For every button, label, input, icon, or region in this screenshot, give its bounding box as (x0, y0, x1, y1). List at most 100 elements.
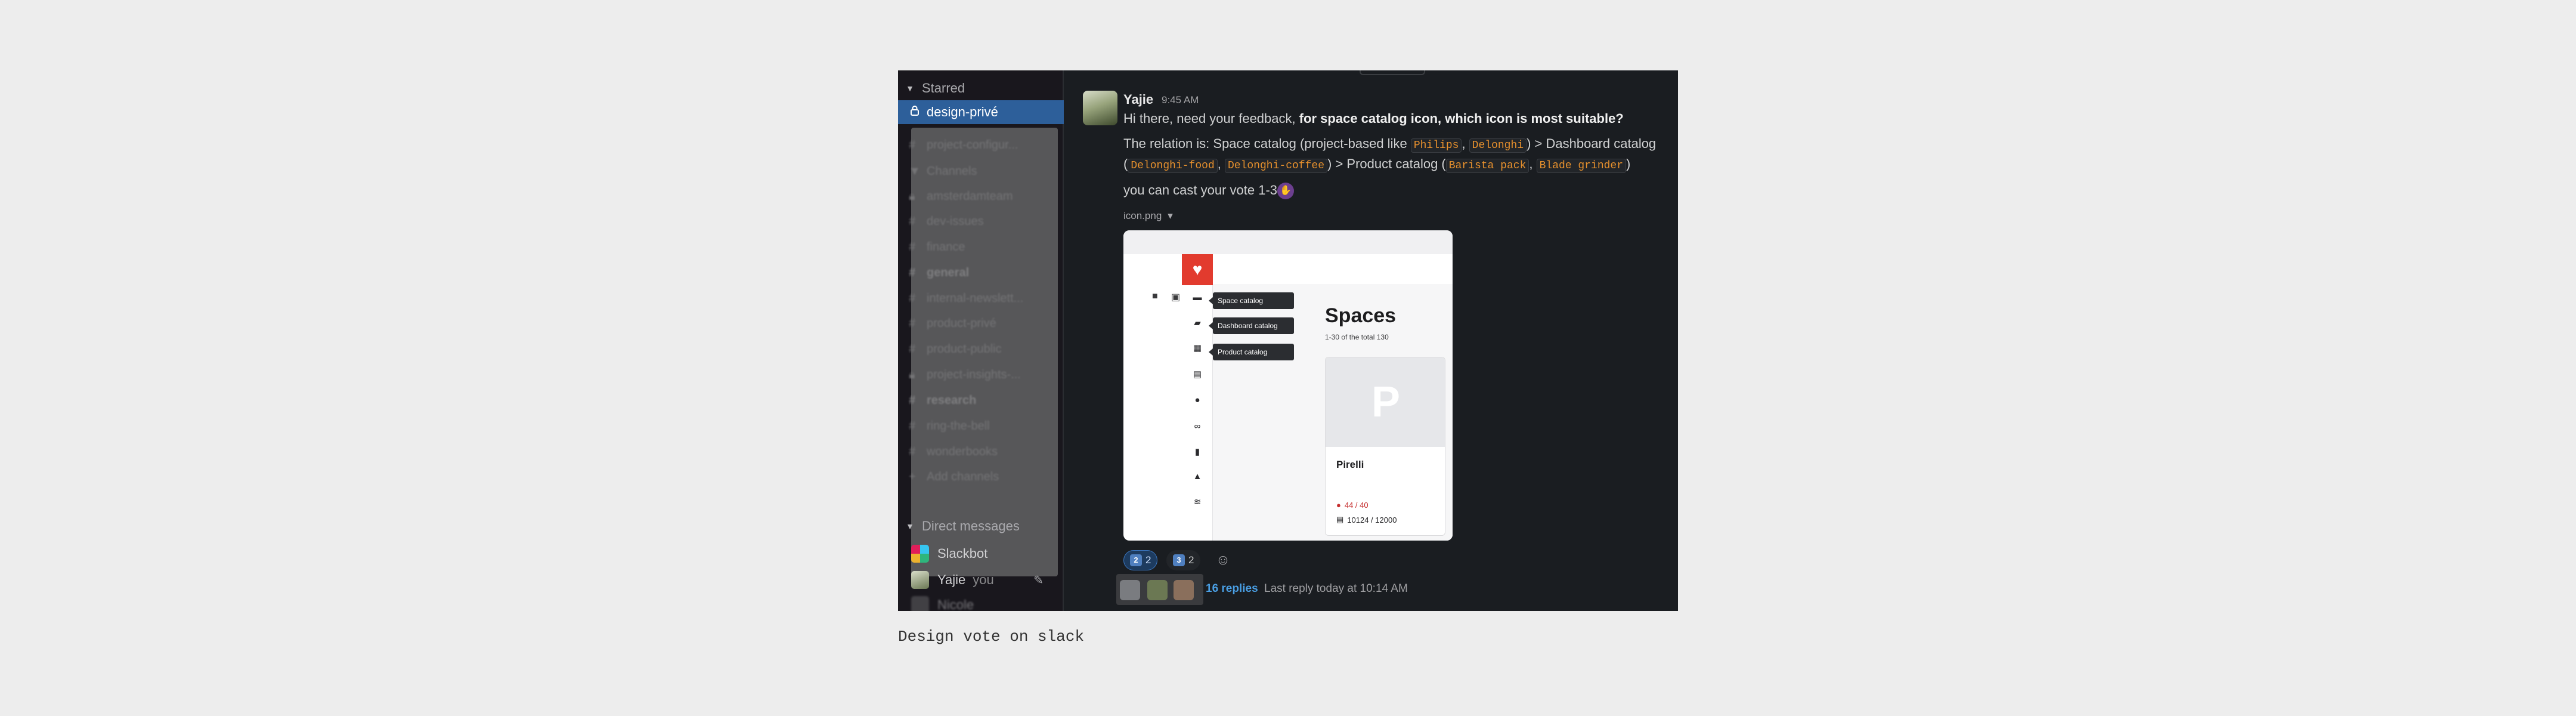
inline-code: Delonghi-food (1128, 159, 1218, 173)
image-caption: Design vote on slack (898, 628, 1085, 646)
keycap-2-icon: 2 (1130, 554, 1142, 566)
tooltip-space-catalog: Space catalog (1209, 292, 1294, 309)
sidebar-item-channel[interactable]: # internal-newslett... (909, 289, 1023, 307)
reaction-keycap-2[interactable]: 2 2 (1123, 550, 1158, 570)
caret-down-icon: ▾ (1168, 210, 1173, 221)
folder-icon: ▣ (1171, 292, 1181, 303)
attached-image[interactable]: ♥ ■ ▣ ▬ ▰ ▦ ▤ ● ∞ ▮ ▲ ≋ Space catalog Da… (1123, 230, 1453, 541)
hash-icon: # (909, 393, 916, 407)
sidebar-item-blurred[interactable]: # project-configur... (909, 136, 1018, 154)
dm-label: Slackbot (937, 546, 988, 561)
hash-icon: # (909, 342, 916, 356)
lock-icon: 🔒︎ (909, 368, 915, 381)
inline-code: Delonghi-coffee (1225, 159, 1328, 173)
slackbot-avatar (911, 545, 929, 563)
bell-icon: ▲ (1193, 471, 1202, 482)
inline-code: Philips (1410, 138, 1462, 153)
thread-participants[interactable] (1116, 574, 1203, 605)
hash-icon: # (909, 316, 916, 330)
hash-icon: # (909, 291, 916, 305)
message-pane: Yajie 9:45 AM Hi there, need your feedba… (1064, 70, 1678, 611)
tooltip-dashboard-catalog: Dashboard catalog (1209, 317, 1294, 334)
direct-messages-section-header[interactable]: ▼ Direct messages (898, 516, 1064, 537)
thread-last-reply: Last reply today at 10:14 AM (1264, 582, 1408, 595)
hash-icon: # (909, 419, 916, 433)
preview-page-subtitle: 1-30 of the total 130 (1325, 333, 1389, 341)
sender-avatar[interactable] (1083, 91, 1117, 125)
hash-icon: # (909, 445, 916, 458)
add-reaction-icon[interactable]: ☺ (1213, 550, 1233, 570)
avatar (911, 596, 929, 611)
ballot-emoji-icon: ✋ (1277, 183, 1295, 200)
dm-item-blurred[interactable]: Nicole (898, 593, 1064, 611)
message-sender[interactable]: Yajie (1123, 92, 1153, 107)
inline-code: Barista pack (1445, 159, 1530, 173)
preview-page-title: Spaces (1325, 304, 1397, 327)
message-line-1: Hi there, need your feedback, for space … (1123, 111, 1624, 126)
caret-down-icon[interactable]: ▼ (898, 521, 922, 531)
sidebar-item-channel[interactable]: # product-privé (909, 314, 996, 332)
dm-label: Yajie (937, 572, 966, 587)
add-channels-button[interactable]: + Add channels (909, 468, 999, 486)
sidebar-item-channel[interactable]: # dev-issues (909, 212, 984, 230)
starred-header-label: Starred (922, 81, 965, 95)
file-name-toggle[interactable]: icon.png ▾ (1123, 210, 1173, 222)
preview-topbar (1123, 230, 1453, 254)
lock-icon (910, 105, 927, 119)
sidebar-item-channel[interactable]: # finance (909, 238, 965, 256)
sidebar-item-channel[interactable]: # research (909, 391, 976, 409)
sidebar: ▼ Starred design-privé # project-configur… (898, 70, 1064, 611)
users-icon: ● (1194, 395, 1200, 405)
space-card: P Pirelli ● 44 / 40 ▤ 10124 / 12000 (1325, 357, 1445, 536)
hash-icon: # (909, 240, 916, 254)
message-line-3: (Delonghi-food, Delonghi-coffee) > Produ… (1123, 156, 1631, 173)
users-icon: ● (1336, 501, 1341, 510)
storefront-icon: ▤ (1193, 369, 1202, 379)
message-line-2: The relation is: Space catalog (project-… (1123, 136, 1657, 153)
hash-icon: # (909, 214, 916, 228)
thread-replies-link[interactable]: 16 replies (1206, 582, 1258, 595)
card-placeholder-image: P (1326, 357, 1445, 447)
sidebar-item-label: design-privé (927, 104, 998, 119)
inline-code: Delonghi (1469, 138, 1527, 153)
slack-window: ▼ Starred design-privé # project-configur… (898, 70, 1678, 611)
card-title: Pirelli (1336, 459, 1364, 470)
caret-down-icon[interactable]: ▼ (898, 84, 922, 93)
sidebar-item-design-prive[interactable]: design-privé (898, 100, 1064, 124)
storefront-icon: ▤ (1336, 515, 1344, 524)
dm-item-slackbot[interactable]: Slackbot (898, 542, 1064, 566)
sidebar-item-channel[interactable]: 🔒︎ amsterdamteam (909, 187, 1013, 205)
avatar (1120, 580, 1140, 600)
new-messages-divider (1360, 70, 1425, 75)
sidebar-item-channel[interactable]: # wonderbooks (909, 443, 998, 461)
message-line-4: you can cast your vote 1-3 ✋ (1123, 183, 1295, 200)
card-stat-stores: ▤ 10124 / 12000 (1336, 515, 1397, 524)
hash-icon: # (909, 266, 916, 279)
dm-item-yajie[interactable]: Yajie you ✎ (898, 568, 1064, 592)
caret-down-icon: ▼ (909, 164, 921, 178)
sidebar-item-channel[interactable]: # ring-the-bell (909, 417, 990, 435)
grid-icon: ▦ (1193, 343, 1202, 353)
reaction-keycap-3[interactable]: 3 2 (1166, 550, 1201, 570)
pencil-icon[interactable]: ✎ (1033, 573, 1044, 588)
hash-icon: # (909, 138, 916, 152)
folder-icon: ■ (1152, 291, 1158, 301)
link-icon: ∞ (1194, 421, 1201, 431)
reaction-count: 2 (1188, 554, 1194, 566)
card-stat-users: ● 44 / 40 (1336, 501, 1368, 510)
message-timestamp[interactable]: 9:45 AM (1162, 94, 1199, 106)
brand-logo-icon: ♥ (1182, 254, 1213, 285)
dm-label: Nicole (937, 597, 974, 611)
dashboard-folder-icon: ▰ (1194, 318, 1201, 328)
starred-section-header[interactable]: ▼ Starred (898, 78, 1064, 99)
channels-section-header[interactable]: ▼ Channels (909, 162, 977, 180)
dm-header-label: Direct messages (922, 519, 1020, 533)
tooltip-product-catalog: Product catalog (1209, 344, 1294, 360)
bookmark-icon: ▮ (1194, 447, 1200, 457)
sidebar-item-channel[interactable]: # product-public (909, 340, 1002, 358)
avatar (1147, 580, 1168, 600)
sidebar-item-channel[interactable]: 🔒︎ project-insights-... (909, 366, 1021, 384)
avatar (911, 571, 929, 589)
plus-icon: + (909, 470, 916, 483)
sidebar-item-channel[interactable]: # general (909, 264, 969, 282)
